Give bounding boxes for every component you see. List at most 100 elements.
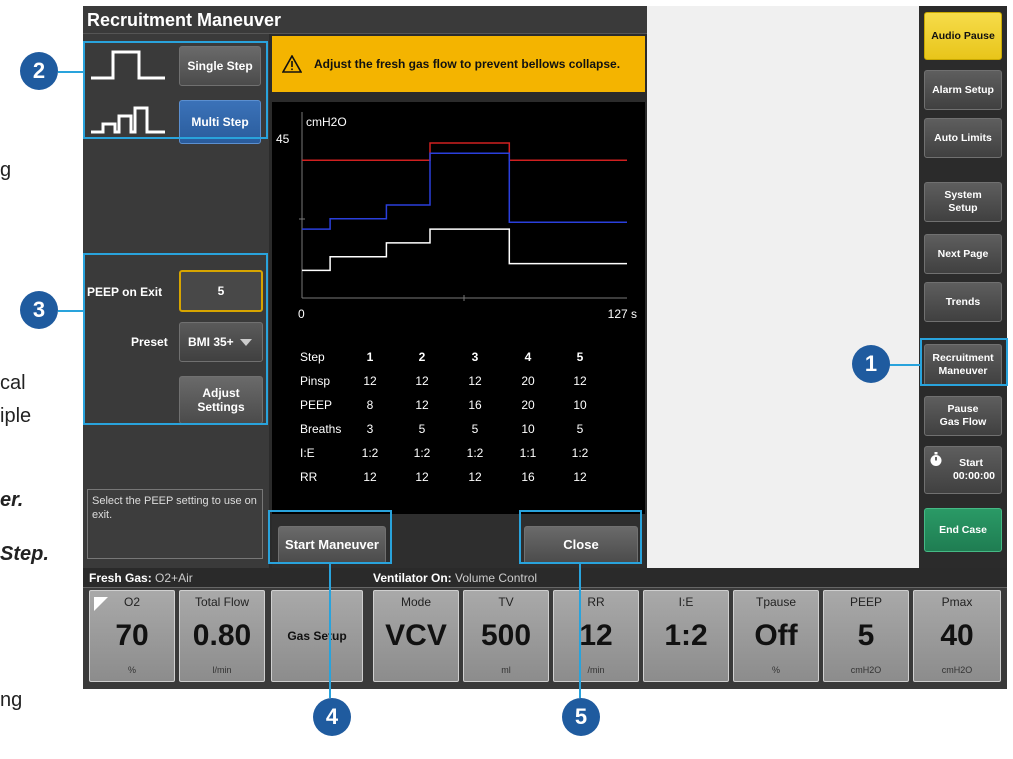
step-table-cell: 12: [573, 470, 587, 484]
series-line-3: [302, 228, 627, 272]
callout-connector-2: [58, 71, 84, 73]
background-text-fragment: er.: [0, 489, 24, 511]
stopwatch-icon: [930, 452, 942, 466]
setting-tile-i-e[interactable]: I:E 1:2: [643, 590, 729, 682]
series-line-2: [302, 152, 627, 230]
tile-label: Mode: [400, 595, 432, 609]
setting-tile-tpause[interactable]: Tpause Off%: [733, 590, 819, 682]
tile-label: I:E: [678, 595, 694, 609]
y-axis-label: cmH2O: [306, 115, 347, 129]
ventilator-header: Ventilator On: Volume Control: [373, 571, 537, 585]
alarm-setup-button[interactable]: Alarm Setup: [924, 70, 1002, 110]
callout-connector-5: [579, 564, 581, 698]
audio-pause-button[interactable]: Audio Pause: [924, 12, 1002, 60]
ventilator-header-label: Ventilator On:: [373, 571, 452, 585]
warning-icon: [282, 55, 302, 73]
alert-text: Adjust the fresh gas flow to prevent bel…: [314, 57, 621, 71]
step-table-cell: 12: [468, 470, 482, 484]
timer-value: 00:00:00: [952, 470, 995, 482]
ventilator-mode: Volume Control: [455, 571, 538, 585]
setting-tile-pmax[interactable]: Pmax 40 cmH2O: [913, 590, 1001, 682]
setting-tile-o2[interactable]: O2 70%: [89, 590, 175, 682]
setting-tile-rr[interactable]: RR 12/min: [553, 590, 639, 682]
setting-tile-peep[interactable]: PEEP 5 cmH2O: [823, 590, 909, 682]
step-table-cell: 5: [418, 422, 426, 436]
background-text-fragment: g: [0, 159, 12, 181]
background-text-fragment: Step.: [0, 543, 49, 565]
system-setup-button[interactable]: System Setup: [924, 182, 1002, 222]
callout-highlight-3: [83, 253, 268, 425]
setting-tile-total-flow[interactable]: Total Flow 0.80 l/min: [179, 590, 265, 682]
next-page-button[interactable]: Next Page: [924, 234, 1002, 274]
fresh-gas-header: Fresh Gas: O2+Air: [89, 571, 193, 585]
bottom-status-panel: Fresh Gas: O2+Air Ventilator On: Volume …: [83, 568, 1007, 689]
timer-start-label: Start: [959, 457, 983, 470]
setting-tile-tv[interactable]: TV 500 ml: [463, 590, 549, 682]
tile-unit: ml: [501, 665, 511, 675]
background-text-fragment: cal: [0, 372, 26, 394]
callout-badge-3: 3: [20, 291, 58, 329]
x-tick-end: 127 s: [608, 307, 637, 321]
auto-limits-button[interactable]: Auto Limits: [924, 118, 1002, 158]
step-table-cell: 1:1: [519, 446, 537, 460]
tile-label: Tpause: [755, 595, 797, 609]
step-table-cell: 12: [363, 374, 377, 388]
step-table-cell: 20: [521, 398, 535, 412]
tile-label: PEEP: [849, 595, 882, 609]
tile-label: Total Flow: [194, 595, 250, 609]
tile-value: 500: [480, 619, 532, 652]
step-table-cell: 12: [573, 374, 587, 388]
step-table-cell: 20: [521, 374, 535, 388]
step-table-cell: 1:2: [413, 446, 431, 460]
tile-unit: %: [127, 665, 136, 675]
dialog-title: Recruitment Maneuver: [83, 6, 647, 34]
bottom-headers: Fresh Gas: O2+Air Ventilator On: Volume …: [83, 568, 1007, 588]
chart-axes: [299, 112, 627, 301]
tile-value: VCV: [385, 619, 447, 652]
fresh-gas-mode: O2+Air: [155, 571, 193, 585]
tile-unit: l/min: [212, 665, 232, 675]
case-timer-button[interactable]: Start 00:00:00: [924, 446, 1002, 494]
callout-badge-5: 5: [562, 698, 600, 736]
pause-gas-flow-button[interactable]: Pause Gas Flow: [924, 396, 1002, 436]
step-table-cell: 12: [415, 398, 429, 412]
step-table-cell: 10: [521, 422, 535, 436]
step-table-cell: 5: [471, 422, 479, 436]
tile-unit: cmH2O: [850, 665, 882, 675]
tile-value: 0.80: [192, 619, 252, 652]
chart-series: [302, 142, 627, 272]
step-table-cell: 12: [363, 470, 377, 484]
step-header-5: 5: [576, 350, 584, 364]
callout-highlight-2: [83, 41, 268, 139]
step-table-cell: 12: [415, 470, 429, 484]
tile-value: 70: [115, 619, 149, 652]
hint-message: Select the PEEP setting to use on exit.: [87, 489, 263, 559]
tile-value: Off: [754, 619, 798, 652]
series-line-1: [302, 142, 627, 161]
callout-badge-4: 4: [313, 698, 351, 736]
callout-highlight-4: [268, 510, 392, 564]
tile-value: 1:2: [664, 619, 708, 652]
gas-setup-button[interactable]: Gas Setup: [271, 590, 363, 682]
end-case-button[interactable]: End Case: [924, 508, 1002, 552]
right-sidebar: Audio Pause Alarm Setup Auto Limits Syst…: [919, 6, 1007, 568]
callout-highlight-5: [519, 510, 642, 564]
callout-badge-1: 1: [852, 345, 890, 383]
tile-label: RR: [587, 595, 605, 609]
trends-button[interactable]: Trends: [924, 282, 1002, 322]
setting-tile-mode[interactable]: Mode VCV: [373, 590, 459, 682]
background-text-fragment: iple: [0, 405, 32, 427]
maneuver-preview-panel: cmH2O 45 0 127 s Step 1 2 3 4 5 Pinsp 12 12 12 20 1…: [272, 102, 645, 514]
step-table-cell: 1:2: [571, 446, 589, 460]
step-table-cell: 16: [521, 470, 535, 484]
callout-connector-1: [888, 364, 920, 366]
step-table-cell: 1:2: [466, 446, 484, 460]
tile-unit: cmH2O: [941, 665, 973, 675]
step-header-4: 4: [524, 350, 532, 364]
fresh-gas-header-label: Fresh Gas:: [89, 571, 152, 585]
step-header-1: 1: [366, 350, 374, 364]
step-table-cell: 5: [576, 422, 584, 436]
alert-banner: Adjust the fresh gas flow to prevent bel…: [272, 36, 645, 92]
step-table-cell: 12: [415, 374, 429, 388]
tile-value: 12: [579, 619, 613, 652]
